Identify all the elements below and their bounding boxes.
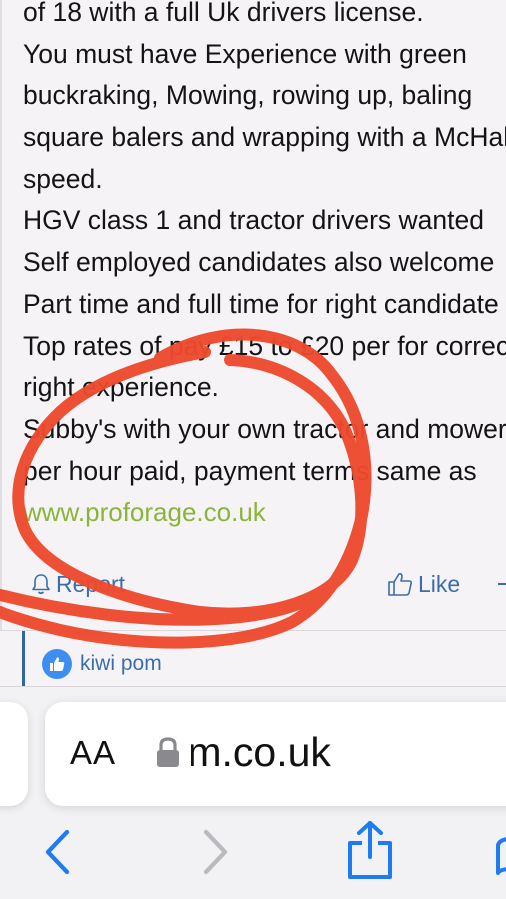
url-text: thefarmingforum.co.uk [191,729,331,775]
screen: of 18 with a full Uk drivers license. Yo… [0,0,506,899]
reactions-bar: kiwi pom [0,631,506,687]
lock-icon [157,737,179,767]
address-bar[interactable]: AA thefarmingforum.co.uk [45,702,506,806]
bell-icon [32,574,50,595]
post-body: of 18 with a full Uk drivers license. Yo… [23,0,506,534]
post-line: per hour paid, payment terms same as [23,455,477,486]
more-actions-icon[interactable] [498,560,506,608]
share-icon[interactable] [342,819,398,881]
post-line: HGV class 1 and tractor drivers wanted [23,205,484,236]
reactions-accent [22,631,25,687]
previous-tab-card[interactable] [0,702,28,806]
like-button[interactable]: Like [386,560,460,608]
post-line: Self employed candidates also welcome [23,247,495,278]
report-label: Report [56,570,126,597]
post-line: square balers and wrapping with a McHale [23,122,506,153]
thumbs-up-icon [388,573,413,596]
post-actions: Report Like [2,560,506,610]
post-line: Subby's with your own tractor and mower [23,413,506,444]
website-link[interactable]: www.proforage.co.uk [23,492,506,534]
like-label: Like [418,570,461,597]
back-icon[interactable] [40,827,74,877]
post-line: Top rates of pay £15 to £20 per for corr… [23,330,506,361]
bookmarks-icon[interactable] [492,835,506,879]
reactions-content[interactable]: kiwi pom [42,649,162,679]
report-button[interactable]: Report [30,560,125,608]
post-line: speed. [23,163,103,194]
post-line: right experience. [23,372,219,403]
like-reaction-icon [42,649,72,679]
url-clip: thefarmingforum.co.uk [191,702,506,806]
post-line: Part time and full time for right candid… [23,288,499,319]
forum-post: of 18 with a full Uk drivers license. Yo… [0,0,506,632]
post-line: buckraking, Mowing, rowing up, baling [23,80,473,111]
reader-options-button[interactable]: AA [70,734,116,772]
post-line: of 18 with a full Uk drivers license. [23,0,424,27]
forward-icon[interactable] [198,827,232,877]
browser-toolbar: AA thefarmingforum.co.uk [0,686,506,899]
post-line: You must have Experience with green [23,38,467,69]
reaction-names[interactable]: kiwi pom [80,652,162,676]
